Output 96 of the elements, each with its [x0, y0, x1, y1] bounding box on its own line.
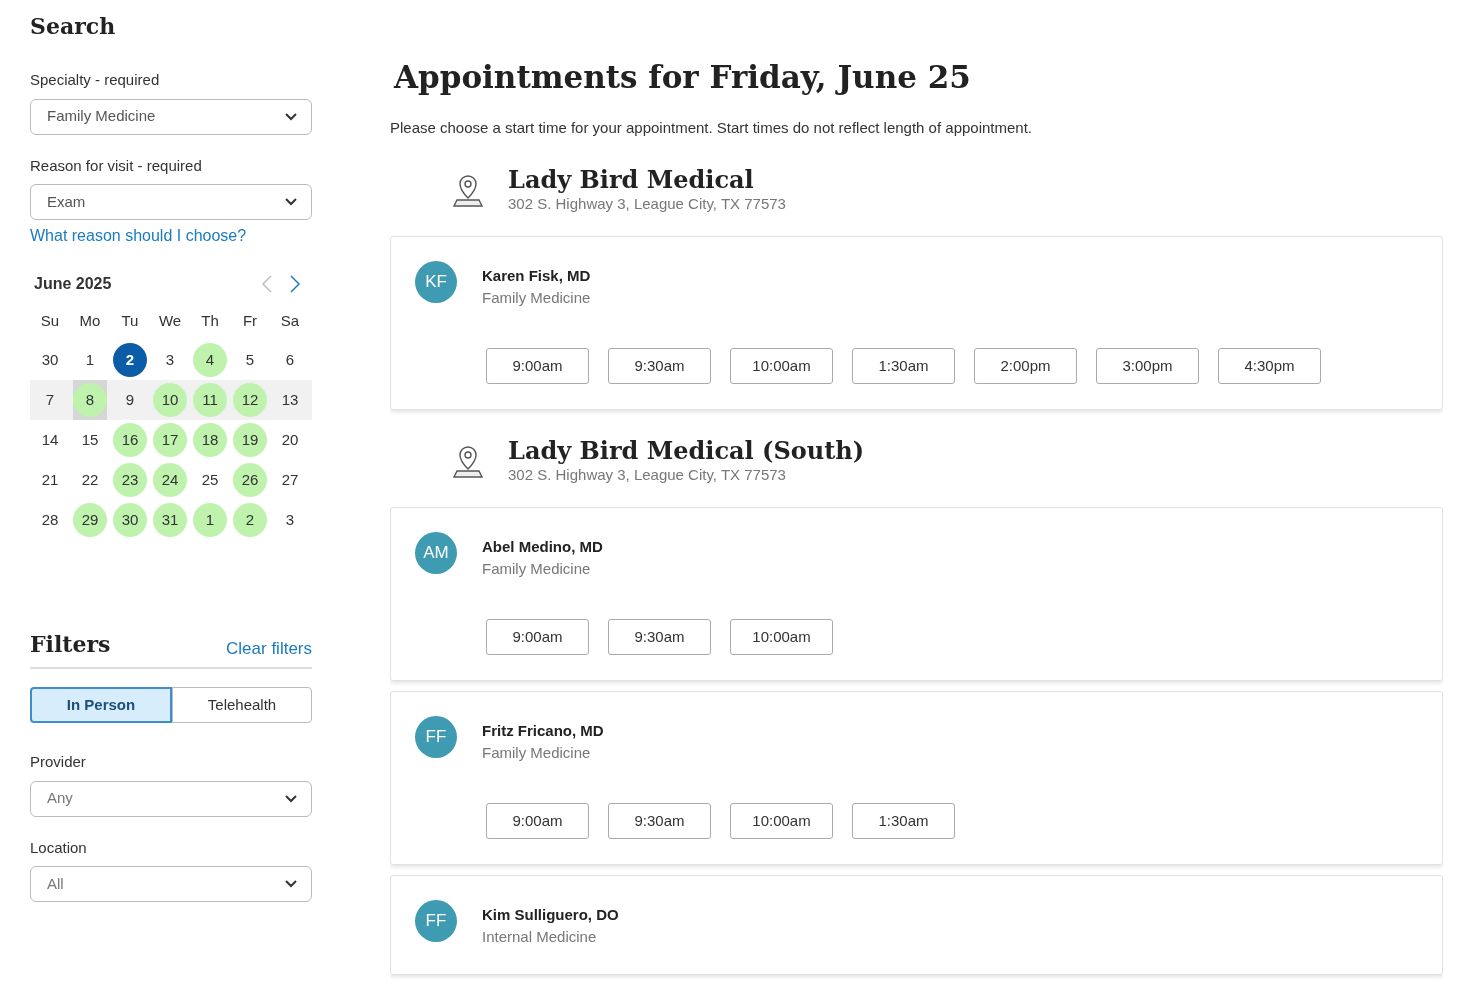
calendar-day[interactable]: 19: [233, 423, 267, 457]
location-address: 302 S. Highway 3, League City, TX 77573: [508, 194, 786, 215]
calendar-day[interactable]: 3: [273, 503, 307, 537]
select-field[interactable]: Family Medicine: [30, 98, 312, 135]
provider-name: Kim Sulliguero, DO: [482, 904, 619, 925]
calendar-day[interactable]: 1: [193, 503, 227, 537]
provider-name: Fritz Fricano, MD: [482, 720, 604, 741]
location-name: Lady Bird Medical: [508, 167, 755, 194]
calendar-day[interactable]: 13: [273, 383, 307, 417]
help-link[interactable]: What reason should I choose?: [30, 224, 247, 248]
time-slot-button[interactable]: 9:00am: [486, 618, 589, 655]
time-slot-button[interactable]: 9:30am: [608, 618, 711, 655]
calendar-day[interactable]: 5: [233, 343, 267, 377]
calendar-day[interactable]: 12: [233, 383, 267, 417]
time-slot-button[interactable]: 10:00am: [730, 618, 833, 655]
select-field[interactable]: Exam: [30, 184, 312, 220]
calendar-day[interactable]: 17: [153, 423, 187, 457]
avatar-initials: FF: [415, 899, 457, 942]
calendar-day[interactable]: 2: [113, 343, 147, 377]
field-label: Specialty - required: [30, 70, 161, 90]
calendar-day[interactable]: 20: [273, 423, 307, 457]
provider-specialty: Family Medicine: [482, 559, 592, 580]
intro-text: Please choose a start time for your appointment. Start times do not reflect length of appointment.: [390, 117, 1033, 138]
time-slot-button[interactable]: 1:30am: [852, 347, 955, 384]
chevron-down-icon: [285, 794, 297, 803]
field-label: Location: [30, 837, 88, 858]
time-slot-button[interactable]: 9:00am: [486, 802, 589, 839]
calendar-day[interactable]: 26: [233, 463, 267, 497]
weekday-label: Th: [200, 311, 220, 331]
provider-specialty: Family Medicine: [482, 743, 592, 764]
location-name: Lady Bird Medical (South): [508, 437, 865, 465]
weekday-label: Fr: [241, 311, 259, 331]
chevron-down-icon: [285, 112, 297, 121]
weekday-label: Mo: [78, 311, 102, 331]
calendar-day[interactable]: 8: [73, 383, 107, 417]
calendar-day[interactable]: 21: [33, 463, 67, 497]
avatar-initials: FF: [415, 715, 457, 758]
sidebar-title: Search: [30, 12, 117, 41]
calendar-day[interactable]: 16: [113, 423, 147, 457]
calendar-day[interactable]: 30: [113, 503, 147, 537]
page-title: Appointments for Friday, June 25: [394, 58, 972, 97]
calendar-day[interactable]: 24: [153, 463, 187, 497]
calendar-day[interactable]: 27: [273, 463, 307, 497]
time-slot-button[interactable]: 9:00am: [486, 347, 589, 384]
calendar-day[interactable]: 10: [153, 383, 187, 417]
filters-title: Filters: [30, 630, 111, 659]
chevron-down-icon: [285, 880, 297, 888]
map-pin-icon: [452, 174, 484, 209]
calendar-day[interactable]: 25: [193, 463, 227, 497]
calendar-day[interactable]: 1: [73, 343, 107, 377]
calendar-day[interactable]: 14: [33, 423, 67, 457]
time-slot-button[interactable]: 10:00am: [730, 802, 833, 839]
chevron-down-icon: [285, 198, 297, 206]
weekday-label: Sa: [279, 311, 301, 331]
provider-name: Karen Fisk, MD: [482, 265, 591, 286]
calendar-day[interactable]: 15: [73, 423, 107, 457]
clear-filters-link[interactable]: Clear filters: [226, 635, 312, 661]
avatar-initials: KF: [415, 260, 457, 303]
time-slot-button[interactable]: 9:30am: [608, 347, 711, 384]
time-slot-button[interactable]: 3:00pm: [1096, 347, 1199, 384]
calendar-day[interactable]: 29: [73, 503, 107, 537]
weekday-label: Tu: [120, 311, 140, 331]
calendar-day[interactable]: 22: [73, 463, 107, 497]
map-pin-icon: [452, 445, 484, 480]
time-slot-button[interactable]: 4:30pm: [1218, 347, 1321, 384]
field-label: Reason for visit - required: [30, 155, 203, 176]
weekday-label: We: [157, 311, 183, 331]
calendar-day[interactable]: 11: [193, 383, 227, 417]
calendar-day[interactable]: 4: [193, 343, 227, 377]
location-address: 302 S. Highway 3, League City, TX 77573: [508, 465, 787, 486]
calendar-day[interactable]: 2: [233, 503, 267, 537]
time-slot-button[interactable]: 9:30am: [608, 802, 711, 839]
calendar-day[interactable]: 18: [193, 423, 227, 457]
calendar-day[interactable]: 30: [33, 343, 67, 377]
visit-type-tab[interactable]: Telehealth: [172, 687, 312, 723]
calendar-day[interactable]: 9: [113, 383, 147, 417]
calendar-day[interactable]: 28: [33, 503, 67, 537]
provider-name: Abel Medino, MD: [482, 536, 603, 557]
calendar-day[interactable]: 3: [153, 343, 187, 377]
time-slot-button[interactable]: 1:30am: [852, 802, 955, 839]
chevron-right-icon[interactable]: [290, 275, 300, 293]
provider-specialty: Internal Medicine: [482, 927, 598, 948]
calendar-day[interactable]: 6: [273, 343, 307, 377]
select-field[interactable]: Any: [30, 780, 312, 817]
calendar-day[interactable]: 31: [153, 503, 187, 537]
field-label: Provider: [30, 752, 87, 772]
visit-type-tab[interactable]: In Person: [30, 687, 172, 723]
provider-specialty: Family Medicine: [482, 288, 591, 309]
calendar-day[interactable]: 7: [33, 383, 67, 417]
month-label: June 2025: [34, 274, 112, 294]
time-slot-button[interactable]: 2:00pm: [974, 347, 1077, 384]
weekday-label: Su: [39, 311, 61, 331]
calendar-day[interactable]: 23: [113, 463, 147, 497]
avatar-initials: AM: [415, 531, 457, 574]
select-field[interactable]: All: [30, 866, 312, 902]
time-slot-button[interactable]: 10:00am: [730, 347, 833, 384]
